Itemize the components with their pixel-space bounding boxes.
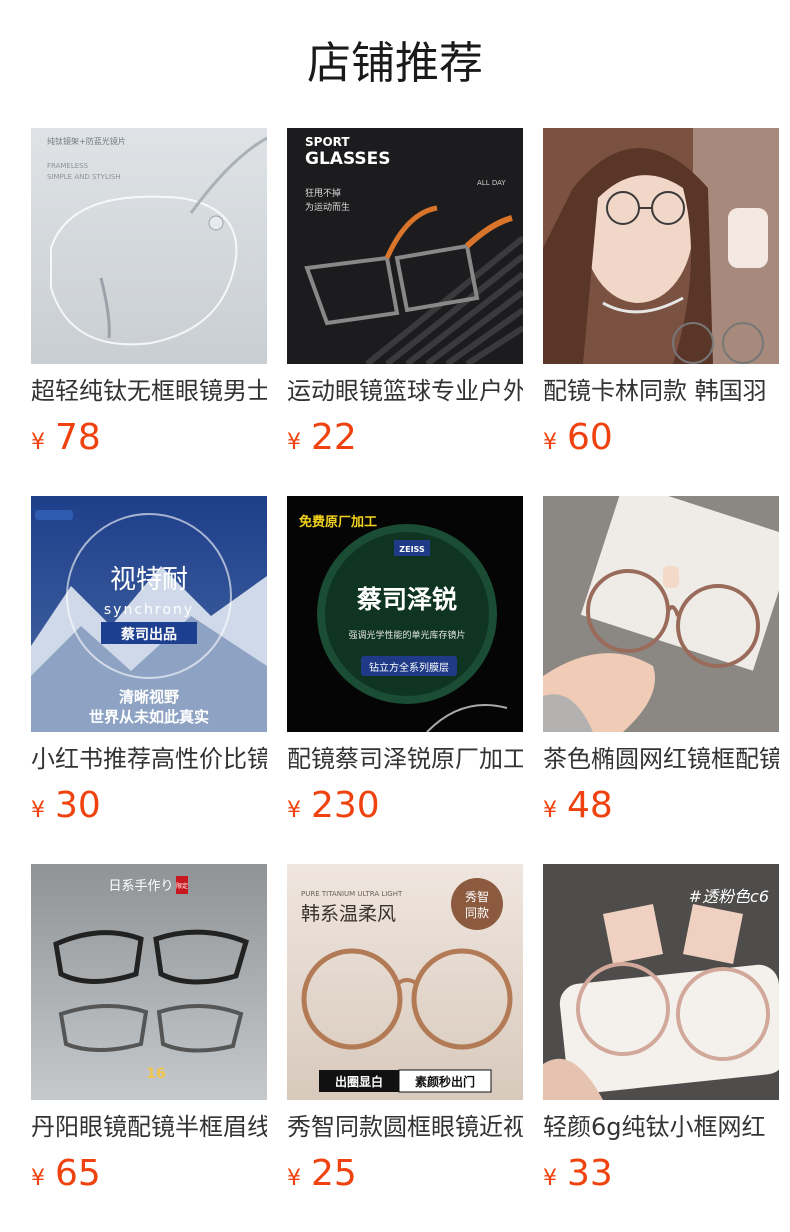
zeiss-lens-image: 免费原厂加工 ZEISS 蔡司泽锐 强调光学性能的单光库存镜片 钻立方全系列膜层	[287, 496, 523, 732]
pink-frame-glasses-case-image: #透粉色c6	[543, 864, 779, 1100]
lens-mountain-image: 视特耐 synchrony 蔡司出品 清晰视野 世界从未如此真实	[31, 496, 267, 732]
currency-symbol: ¥	[31, 798, 45, 823]
product-price: ¥48	[543, 784, 613, 828]
currency-symbol: ¥	[287, 430, 301, 455]
svg-text:强调光学性能的单光库存镜片: 强调光学性能的单光库存镜片	[348, 629, 465, 641]
svg-text:ALL DAY: ALL DAY	[477, 179, 506, 187]
currency-symbol: ¥	[31, 430, 45, 455]
product-name: 小红书推荐高性价比镜	[31, 745, 267, 773]
svg-text:GLASSES: GLASSES	[305, 149, 391, 169]
product-name: 配镜蔡司泽锐原厂加工	[287, 745, 523, 773]
half-frame-glasses-image: 日系手作り 限定 16	[31, 864, 267, 1100]
svg-text:SPORT: SPORT	[305, 135, 350, 149]
price-value: 22	[311, 417, 357, 458]
currency-symbol: ¥	[287, 1166, 301, 1191]
svg-text:同款: 同款	[465, 906, 489, 920]
price-value: 78	[55, 417, 101, 458]
svg-text:清晰视野: 清晰视野	[119, 688, 179, 706]
svg-text:纯钛镜架+防蓝光镜片: 纯钛镜架+防蓝光镜片	[47, 136, 126, 146]
svg-text:韩系温柔风: 韩系温柔风	[301, 903, 396, 925]
currency-symbol: ¥	[31, 1166, 45, 1191]
price-value: 65	[55, 1153, 101, 1194]
product-name: 秀智同款圆框眼镜近视	[287, 1113, 523, 1141]
svg-text:世界从未如此真实: 世界从未如此真实	[89, 708, 209, 726]
model-wearing-glasses-image	[543, 128, 779, 364]
product-name: 丹阳眼镜配镜半框眉线	[31, 1113, 267, 1141]
svg-text:PURE TITANIUM ULTRA LIGHT: PURE TITANIUM ULTRA LIGHT	[301, 890, 403, 898]
product-name: 运动眼镜篮球专业户外	[287, 377, 523, 405]
svg-text:16: 16	[146, 1066, 165, 1082]
product-name: 轻颜6g纯钛小框网红	[543, 1113, 766, 1141]
svg-text:ZEISS: ZEISS	[399, 545, 425, 554]
product-price: ¥78	[31, 416, 101, 460]
tea-color-glasses-hand-image	[543, 496, 779, 732]
product-price: ¥30	[31, 784, 101, 828]
svg-text:蔡司出品: 蔡司出品	[120, 626, 177, 643]
product-name: 配镜卡林同款 韩国羽	[543, 377, 767, 405]
currency-symbol: ¥	[543, 1166, 557, 1191]
rimless-titanium-glasses-image: 纯钛镜架+防蓝光镜片 FRAMELESS SIMPLE AND STYLISH	[31, 128, 267, 364]
page-title: 店铺推荐	[307, 38, 483, 89]
svg-text:为运动而生: 为运动而生	[305, 201, 350, 213]
price-value: 48	[567, 785, 613, 826]
svg-text:日系手作り: 日系手作り	[108, 879, 173, 894]
price-value: 33	[567, 1153, 613, 1194]
svg-text:素颜秒出门: 素颜秒出门	[415, 1074, 475, 1089]
round-frame-glasses-image: PURE TITANIUM ULTRA LIGHT 韩系温柔风 秀智 同款 出圈…	[287, 864, 523, 1100]
price-value: 25	[311, 1153, 357, 1194]
currency-symbol: ¥	[287, 798, 301, 823]
product-price: ¥25	[287, 1152, 357, 1196]
product-name: 茶色椭圆网红镜框配镜	[543, 745, 779, 773]
product-price: ¥65	[31, 1152, 101, 1196]
product-price: ¥22	[287, 416, 357, 460]
currency-symbol: ¥	[543, 798, 557, 823]
svg-text:免费原厂加工: 免费原厂加工	[299, 514, 377, 530]
svg-text:#透粉色c6: #透粉色c6	[689, 887, 769, 906]
price-value: 30	[55, 785, 101, 826]
svg-text:秀智: 秀智	[465, 889, 489, 904]
svg-text:钻立方全系列膜层: 钻立方全系列膜层	[369, 661, 449, 674]
svg-text:限定: 限定	[176, 882, 188, 890]
sport-glasses-image: SPORT GLASSES 狂甩不掉 为运动而生 ALL DAY	[287, 128, 523, 364]
product-price: ¥33	[543, 1152, 613, 1196]
price-value: 230	[311, 785, 380, 826]
svg-text:SIMPLE AND STYLISH: SIMPLE AND STYLISH	[47, 173, 121, 181]
svg-text:狂甩不掉: 狂甩不掉	[305, 187, 341, 199]
product-price: ¥60	[543, 416, 613, 460]
product-name: 超轻纯钛无框眼镜男士	[31, 377, 267, 405]
svg-text:蔡司泽锐: 蔡司泽锐	[357, 585, 457, 614]
currency-symbol: ¥	[543, 430, 557, 455]
svg-text:视特耐: 视特耐	[110, 565, 188, 595]
svg-text:FRAMELESS: FRAMELESS	[47, 162, 89, 170]
svg-text:出圈显白: 出圈显白	[335, 1074, 383, 1089]
svg-text:synchrony: synchrony	[104, 602, 194, 618]
price-value: 60	[567, 417, 613, 458]
product-price: ¥230	[287, 784, 380, 828]
